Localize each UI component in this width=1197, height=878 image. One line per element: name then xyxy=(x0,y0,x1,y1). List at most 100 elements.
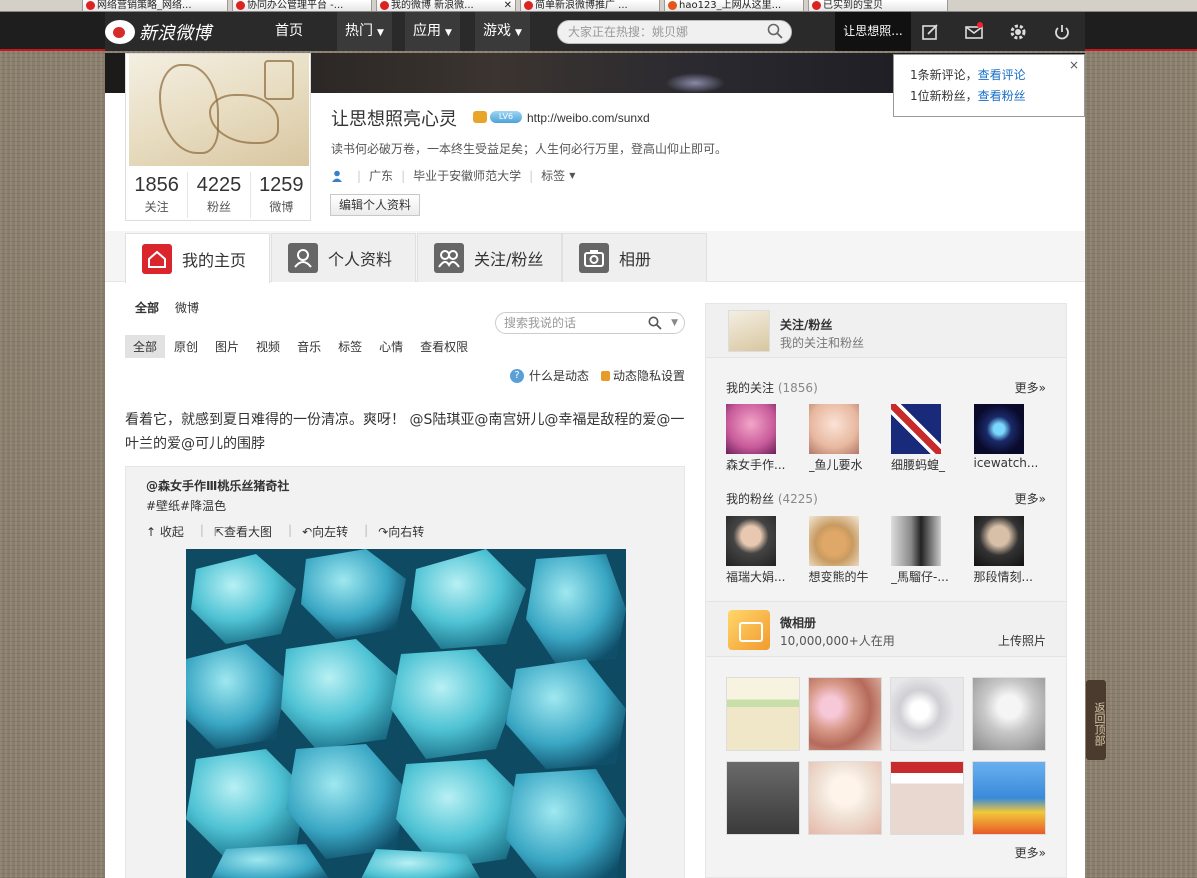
repost-author-link[interactable]: @森女手作Ⅲ桃乐丝猪奇社 xyxy=(146,477,289,494)
feed-search-input[interactable]: 搜索我说的话 ▼ xyxy=(495,312,685,334)
nav-menu-hot[interactable]: 热门 ▼ xyxy=(337,12,392,51)
back-to-top-button[interactable]: 返回顶部 xyxy=(1086,680,1106,760)
following-user[interactable]: 森女手作... xyxy=(726,404,809,473)
chevron-down-icon[interactable]: ▼ xyxy=(671,313,678,333)
search-icon[interactable] xyxy=(648,316,662,330)
avatar[interactable] xyxy=(129,54,309,166)
nav-user-link[interactable]: 让思想照... xyxy=(835,12,911,51)
follower-user[interactable]: 想变熊的牛 xyxy=(808,516,892,585)
tab-my-home[interactable]: 我的主页 xyxy=(125,233,270,283)
following-user[interactable]: icewatch... xyxy=(973,404,1057,473)
filter-music[interactable]: 音乐 xyxy=(289,335,329,358)
filter-tags[interactable]: 标签 xyxy=(330,335,370,358)
following-section-title[interactable]: 我的关注 (1856) xyxy=(726,379,818,396)
user-name[interactable]: 那段情刻... xyxy=(974,568,1054,585)
filter-mood[interactable]: 心情 xyxy=(371,335,411,358)
browser-tab[interactable]: 网络营销策略_网络... xyxy=(82,0,228,11)
rotate-left-button[interactable]: ↶向左转 xyxy=(302,523,356,540)
stat-posts[interactable]: 1259 微博 xyxy=(251,172,312,218)
user-name[interactable]: _鱼儿要水 xyxy=(809,456,889,473)
user-name[interactable]: 想变熊的牛 xyxy=(809,568,889,585)
edit-icon[interactable] xyxy=(919,21,941,43)
follow-fans-title[interactable]: 关注/粉丝 xyxy=(780,316,832,333)
following-user[interactable]: _鱼儿要水 xyxy=(808,404,892,473)
nav-menu-games[interactable]: 游戏 ▼ xyxy=(475,12,530,51)
album-title[interactable]: 微相册 xyxy=(780,614,816,631)
level-badge[interactable]: LV6 xyxy=(490,111,522,123)
following-more-link[interactable]: 更多» xyxy=(1015,379,1046,396)
avatar[interactable] xyxy=(891,404,941,454)
gear-icon[interactable] xyxy=(1007,21,1029,43)
filter-permissions[interactable]: 查看权限 xyxy=(412,335,476,358)
avatar[interactable] xyxy=(973,404,1024,454)
tab-album[interactable]: 相册 xyxy=(562,233,707,282)
user-name[interactable]: 森女手作... xyxy=(726,456,806,473)
album-photo[interactable] xyxy=(808,761,882,835)
browser-tab[interactable]: hao123_上网从这里... xyxy=(664,0,804,11)
follow-fans-thumb[interactable] xyxy=(728,310,770,352)
weibo-logo[interactable]: 新浪微博 xyxy=(105,18,211,46)
browser-tab[interactable]: 我的微博 新浪微... ✕ xyxy=(376,0,516,11)
power-icon[interactable] xyxy=(1051,21,1073,43)
repost-tags[interactable]: #壁纸#降温色 xyxy=(146,497,226,514)
edit-profile-button[interactable]: 编辑个人资料 xyxy=(330,194,421,216)
avatar[interactable] xyxy=(726,404,776,454)
album-more-link[interactable]: 更多» xyxy=(1015,844,1046,861)
album-photo[interactable] xyxy=(972,761,1046,835)
nav-home-link[interactable]: 首页 xyxy=(265,12,313,51)
profile-url-link[interactable]: http://weibo.com/sunxd xyxy=(527,111,650,125)
profile-school[interactable]: 毕业于安徽师范大学 xyxy=(413,167,521,184)
user-name[interactable]: 福瑞大娟... xyxy=(726,568,806,585)
user-name[interactable]: icewatch... xyxy=(974,456,1054,470)
avatar[interactable] xyxy=(891,516,941,566)
message-icon[interactable] xyxy=(963,21,985,43)
avatar[interactable] xyxy=(973,516,1024,566)
album-photo[interactable] xyxy=(808,677,882,751)
album-photo[interactable] xyxy=(890,677,964,751)
tab-close-icon[interactable]: ✕ xyxy=(504,0,512,11)
filter-original[interactable]: 原创 xyxy=(166,335,206,358)
photo-album-icon[interactable] xyxy=(728,610,770,650)
album-photo[interactable] xyxy=(890,761,964,835)
stat-followers[interactable]: 4225 粉丝 xyxy=(188,172,251,218)
view-comments-link[interactable]: 查看评论 xyxy=(978,68,1026,82)
filter-pictures[interactable]: 图片 xyxy=(207,335,247,358)
feed-tab-weibo[interactable]: 微博 xyxy=(175,299,199,316)
profile-tags-dropdown[interactable]: 标签 xyxy=(541,167,565,184)
avatar[interactable] xyxy=(808,404,859,454)
rotate-right-button[interactable]: ↷向右转 xyxy=(378,523,432,540)
stat-following[interactable]: 1856 关注 xyxy=(126,172,189,218)
close-icon[interactable]: × xyxy=(1069,55,1079,76)
view-fans-link[interactable]: 查看粉丝 xyxy=(978,89,1026,103)
browser-tab[interactable]: 简单新浪微博推广 ... xyxy=(520,0,660,11)
tab-follow-fans[interactable]: 关注/粉丝 xyxy=(417,233,562,282)
what-is-feed-link[interactable]: 什么是动态 xyxy=(529,367,589,384)
followers-section-title[interactable]: 我的粉丝 (4225) xyxy=(726,490,818,507)
user-name[interactable]: 细腰蚂蝗_ xyxy=(891,456,971,473)
post-photo[interactable] xyxy=(186,549,626,878)
browser-tab[interactable]: 协同办公管理平台 -... xyxy=(232,0,372,11)
collapse-button[interactable]: ↑ 收起 xyxy=(146,523,192,540)
nav-menu-apps[interactable]: 应用 ▼ xyxy=(405,12,460,51)
feed-privacy-link[interactable]: 动态隐私设置 xyxy=(613,367,685,384)
search-icon[interactable] xyxy=(767,23,783,39)
avatar[interactable] xyxy=(726,516,776,566)
avatar[interactable] xyxy=(808,516,859,566)
filter-videos[interactable]: 视频 xyxy=(248,335,288,358)
profile-location[interactable]: 广东 xyxy=(369,167,393,184)
filter-all[interactable]: 全部 xyxy=(125,335,166,358)
follower-user[interactable]: 福瑞大娟... xyxy=(726,516,809,585)
feed-tab-all[interactable]: 全部 xyxy=(135,299,159,316)
crown-icon[interactable] xyxy=(473,111,487,123)
followers-more-link[interactable]: 更多» xyxy=(1015,490,1046,507)
follower-user[interactable]: 那段情刻... xyxy=(973,516,1057,585)
album-photo[interactable] xyxy=(726,761,800,835)
album-photo[interactable] xyxy=(726,677,800,751)
browser-tab[interactable]: 已实到的宝贝 xyxy=(808,0,948,11)
view-large-button[interactable]: ⇱查看大图 xyxy=(214,523,280,540)
user-name[interactable]: _馬騮仔-... xyxy=(891,568,971,585)
following-user[interactable]: 细腰蚂蝗_ xyxy=(891,404,974,473)
tab-personal-info[interactable]: 个人资料 xyxy=(271,233,416,282)
upload-photo-link[interactable]: 上传照片 xyxy=(998,632,1046,649)
global-search-input[interactable]: 大家正在热搜：姚贝娜 xyxy=(557,20,792,44)
